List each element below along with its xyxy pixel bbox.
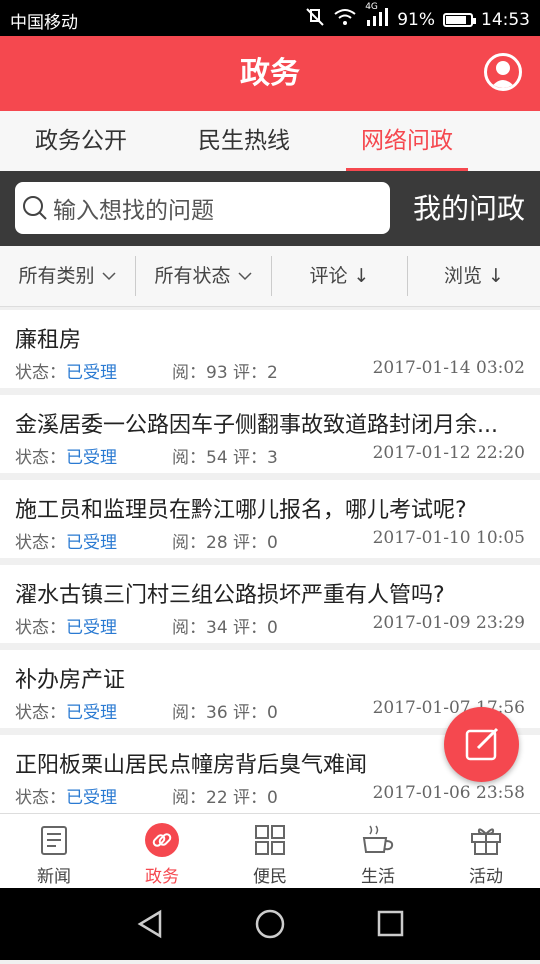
back-icon[interactable] <box>137 909 162 939</box>
list-item[interactable]: 廉租房 状态：已受理 阅：93 评：2 2017-01-14 03:02 <box>0 310 540 388</box>
status-badge: 已受理 <box>66 448 117 468</box>
nav-news-label: 新闻 <box>37 867 71 887</box>
system-nav-bar <box>0 888 540 960</box>
status-badge: 已受理 <box>66 788 117 808</box>
nav-government[interactable]: 政务 <box>108 814 216 889</box>
network-type: 4G <box>365 2 378 12</box>
item-status: 状态：已受理 <box>15 613 117 638</box>
item-status: 状态：已受理 <box>15 358 117 383</box>
my-inquiries-button[interactable]: 我的问政 <box>413 171 525 246</box>
nav-life-label: 生活 <box>361 867 395 887</box>
list-item[interactable]: 金溪居委一公路因车子侧翻事故致道路封闭月余... 状态：已受理 阅：54 评：3… <box>0 395 540 473</box>
item-status: 状态：已受理 <box>15 698 117 723</box>
nav-services-label: 便民 <box>253 867 287 887</box>
battery-icon <box>443 12 476 27</box>
item-stats: 阅：34 评：0 <box>172 618 278 638</box>
tab-livelihood-hotline[interactable]: 民生热线 <box>183 111 305 171</box>
compose-button[interactable] <box>444 707 519 782</box>
item-title: 濯水古镇三门村三组公路损坏严重有人管吗? <box>15 583 445 608</box>
status-label: 状态： <box>15 448 66 468</box>
item-status: 状态：已受理 <box>15 443 117 468</box>
item-title: 补办房产证 <box>15 668 126 693</box>
status-badge: 已受理 <box>66 363 117 383</box>
app-header: 政务 <box>0 36 540 111</box>
item-stats: 阅：54 评：3 <box>172 448 278 468</box>
status-label: 状态： <box>15 618 66 638</box>
item-stats: 阅：36 评：0 <box>172 703 278 723</box>
sort-comments[interactable]: 评论 ↓ <box>272 246 407 306</box>
chevron-down-icon <box>102 272 116 281</box>
status-bar: 中国移动 4G 91% 14:53 <box>0 0 540 36</box>
user-avatar-button[interactable] <box>484 53 522 91</box>
user-icon <box>490 61 516 88</box>
battery-percent: 91% <box>397 9 435 30</box>
list-item[interactable]: 濯水古镇三门村三组公路损坏严重有人管吗? 状态：已受理 阅：34 评：0 201… <box>0 565 540 643</box>
item-status: 状态：已受理 <box>15 528 117 553</box>
item-title: 施工员和监理员在黔江哪儿报名，哪儿考试呢? <box>15 498 467 523</box>
nav-services[interactable]: 便民 <box>216 814 324 889</box>
filter-status[interactable]: 所有状态 <box>136 246 271 306</box>
status-label: 状态： <box>15 788 66 808</box>
link-icon <box>145 823 179 857</box>
search-placeholder: 输入想找的问题 <box>53 198 214 224</box>
carrier-label: 中国移动 <box>10 13 78 33</box>
filter-category-label: 所有类别 <box>18 265 95 287</box>
bottom-nav: 新闻 政务 便民 生活 活动 <box>0 813 540 889</box>
search-bar: 输入想找的问题 我的问政 <box>0 171 540 246</box>
status-label: 状态： <box>15 533 66 553</box>
clock: 14:53 <box>481 9 530 30</box>
sort-views[interactable]: 浏览 ↓ <box>408 246 540 306</box>
filter-bar: 所有类别 所有状态 评论 ↓ 浏览 ↓ <box>0 246 540 307</box>
tab-online-inquiry[interactable]: 网络问政 <box>346 111 468 171</box>
edit-icon <box>465 727 499 761</box>
page-title: 政务 <box>240 56 300 91</box>
wifi-icon <box>333 8 357 31</box>
nav-news[interactable]: 新闻 <box>0 814 108 889</box>
news-icon <box>41 826 67 855</box>
nav-activities-label: 活动 <box>469 867 503 887</box>
search-input[interactable]: 输入想找的问题 <box>15 182 390 234</box>
item-title: 金溪居委一公路因车子侧翻事故致道路封闭月余... <box>15 413 498 438</box>
filter-category[interactable]: 所有类别 <box>0 246 135 306</box>
status-label: 状态： <box>15 363 66 383</box>
status-badge: 已受理 <box>66 533 117 553</box>
tab-government-open[interactable]: 政务公开 <box>20 111 142 171</box>
grid-icon <box>255 825 285 855</box>
item-date: 2017-01-14 03:02 <box>372 358 525 378</box>
item-stats: 阅：22 评：0 <box>172 788 278 808</box>
recents-icon[interactable] <box>377 910 404 937</box>
item-date: 2017-01-09 23:29 <box>372 613 525 633</box>
item-date: 2017-01-12 22:20 <box>372 443 525 463</box>
item-date: 2017-01-10 10:05 <box>372 528 525 548</box>
item-title: 廉租房 <box>15 328 82 353</box>
nav-life[interactable]: 生活 <box>324 814 432 889</box>
status-badge: 已受理 <box>66 618 117 638</box>
gift-icon <box>471 828 501 855</box>
item-stats: 阅：93 评：2 <box>172 363 278 383</box>
item-date: 2017-01-06 23:58 <box>372 783 525 803</box>
item-status: 状态：已受理 <box>15 783 117 808</box>
status-badge: 已受理 <box>66 703 117 723</box>
coffee-icon <box>362 825 394 853</box>
tab-bar: 政务公开 民生热线 网络问政 <box>0 111 540 172</box>
status-label: 状态： <box>15 703 66 723</box>
filter-status-label: 所有状态 <box>154 265 231 287</box>
item-stats: 阅：28 评：0 <box>172 533 278 553</box>
list-item[interactable]: 施工员和监理员在黔江哪儿报名，哪儿考试呢? 状态：已受理 阅：28 评：0 20… <box>0 480 540 558</box>
nav-government-label: 政务 <box>145 867 179 887</box>
home-icon[interactable] <box>255 909 285 939</box>
signal-icon: 4G <box>365 2 389 31</box>
chevron-down-icon <box>238 272 252 281</box>
nav-activities[interactable]: 活动 <box>432 814 540 889</box>
search-icon <box>23 196 47 220</box>
mute-icon <box>305 7 325 32</box>
